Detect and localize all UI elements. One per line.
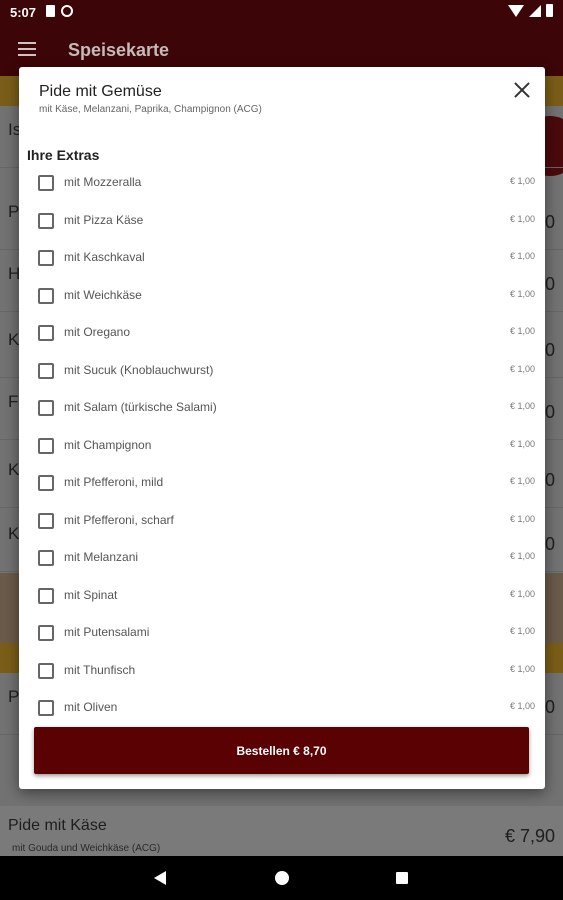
- extra-option[interactable]: mit Champignon € 1,00: [19, 427, 545, 465]
- extra-label: mit Mozzeralla: [64, 175, 142, 189]
- extra-price: € 1,00: [509, 213, 535, 224]
- recents-icon[interactable]: [396, 872, 408, 884]
- extra-option[interactable]: mit Weichkäse € 1,00: [19, 277, 545, 315]
- extra-label: mit Oregano: [64, 325, 131, 339]
- extra-label: mit Pfefferoni, scharf: [64, 512, 174, 527]
- order-button[interactable]: Bestellen € 8,70: [34, 727, 529, 774]
- notification-sd-icon: [46, 5, 55, 17]
- checkbox[interactable]: [38, 250, 54, 266]
- extra-option[interactable]: mit Salam (türkische Salami) € 1,00: [19, 389, 545, 427]
- app-title: Speisekarte: [68, 40, 170, 60]
- menu-item-price: 0: [544, 212, 555, 232]
- checkbox[interactable]: [38, 587, 54, 604]
- checkbox[interactable]: [38, 437, 54, 454]
- extra-price: € 1,00: [509, 251, 535, 261]
- close-icon[interactable]: [513, 81, 531, 99]
- checkbox[interactable]: [38, 700, 54, 716]
- checkbox[interactable]: [38, 212, 54, 229]
- extras-dialog: Pide mit Gemüse mit Käse, Melanzani, Pap…: [19, 67, 545, 789]
- checkbox[interactable]: [38, 550, 54, 566]
- extra-option[interactable]: mit Pizza Käse € 1,00: [19, 202, 545, 240]
- extra-label: mit Sucuk (Knoblauchwurst): [64, 362, 214, 377]
- menu-item-price: € 7,90: [504, 826, 555, 846]
- extra-price: € 1,00: [509, 288, 535, 299]
- menu-item-name: P: [8, 202, 20, 221]
- notification-sync-icon: [61, 5, 73, 17]
- extra-price: € 1,00: [509, 551, 535, 561]
- extra-option[interactable]: mit Spinat € 1,00: [19, 577, 545, 615]
- extra-option[interactable]: mit Thunfisch € 1,00: [19, 652, 545, 690]
- extra-price: € 1,00: [509, 438, 535, 449]
- extra-price: € 1,00: [509, 588, 535, 599]
- extra-label: mit Pizza Käse: [64, 212, 144, 227]
- extra-label: mit Melanzani: [64, 550, 139, 564]
- menu-item-name: K: [8, 330, 20, 349]
- menu-item-price: 0: [544, 697, 555, 717]
- dialog-title: Pide mit Gemüse: [39, 83, 162, 100]
- notification-icons: [46, 5, 73, 17]
- checkbox[interactable]: [38, 625, 54, 641]
- wifi-icon: [508, 4, 524, 17]
- checkbox[interactable]: [38, 362, 54, 379]
- menu-item-name: Pide mit Käse: [8, 817, 107, 834]
- hamburger-menu-icon[interactable]: [18, 42, 36, 56]
- extra-option[interactable]: mit Pfefferoni, mild € 1,00: [19, 464, 545, 502]
- home-icon[interactable]: [275, 871, 289, 885]
- extra-label: mit Salam (türkische Salami): [64, 400, 217, 414]
- dialog-subtitle: mit Käse, Melanzani, Paprika, Champignon…: [39, 104, 262, 115]
- extra-option[interactable]: mit Putensalami € 1,00: [19, 614, 545, 652]
- extra-price: € 1,00: [509, 626, 535, 636]
- extra-label: mit Pfefferoni, mild: [64, 475, 164, 489]
- menu-item-name: K: [8, 460, 20, 479]
- menu-item-price: 0: [544, 470, 555, 490]
- menu-list-item[interactable]: Pide mit Käse mit Gouda und Weichkäse (A…: [0, 806, 563, 856]
- signal-icon: [529, 4, 541, 17]
- extra-label: mit Weichkäse: [64, 287, 142, 302]
- extra-price: € 1,00: [509, 701, 535, 711]
- extra-label: mit Champignon: [64, 437, 152, 452]
- checkbox[interactable]: [38, 475, 54, 491]
- extra-option[interactable]: mit Sucuk (Knoblauchwurst) € 1,00: [19, 352, 545, 390]
- navigation-bar: [0, 856, 563, 900]
- checkbox[interactable]: [38, 175, 54, 191]
- checkbox[interactable]: [38, 287, 54, 304]
- extra-price: € 1,00: [509, 663, 535, 674]
- extra-option[interactable]: mit Kaschkaval € 1,00: [19, 239, 545, 277]
- battery-icon: [546, 4, 553, 17]
- extra-price: € 1,00: [509, 401, 535, 411]
- menu-item-price: 0: [544, 402, 555, 422]
- extra-label: mit Putensalami: [64, 625, 150, 639]
- menu-item-description: mit Gouda und Weichkäse (ACG): [12, 843, 161, 854]
- extra-price: € 1,00: [509, 326, 535, 336]
- status-time: 5:07: [10, 5, 37, 20]
- extra-label: mit Spinat: [64, 587, 118, 602]
- menu-item-name: K: [8, 524, 20, 543]
- extra-label: mit Kaschkaval: [64, 250, 145, 264]
- extra-option[interactable]: mit Oregano € 1,00: [19, 314, 545, 352]
- extras-list: mit Mozzeralla € 1,00 mit Pizza Käse € 1,0…: [19, 164, 545, 727]
- extra-option[interactable]: mit Oliven € 1,00: [19, 689, 545, 727]
- menu-item-price: 0: [544, 274, 555, 294]
- extra-label: mit Oliven: [64, 700, 118, 714]
- system-icons: [508, 4, 553, 17]
- extra-option[interactable]: mit Melanzani € 1,00: [19, 539, 545, 577]
- menu-item-name: P: [8, 687, 20, 706]
- menu-item-price: 0: [544, 534, 555, 554]
- checkbox[interactable]: [38, 512, 54, 529]
- extra-price: € 1,00: [509, 513, 535, 524]
- extra-price: € 1,00: [509, 176, 535, 186]
- checkbox[interactable]: [38, 325, 54, 341]
- extra-option[interactable]: mit Mozzeralla € 1,00: [19, 164, 545, 202]
- extras-heading: Ihre Extras: [27, 147, 100, 163]
- checkbox[interactable]: [38, 662, 54, 679]
- extra-price: € 1,00: [509, 476, 535, 486]
- back-icon[interactable]: [154, 871, 166, 885]
- menu-item-name: F: [8, 392, 19, 411]
- extra-option[interactable]: mit Pfefferoni, scharf € 1,00: [19, 502, 545, 540]
- checkbox[interactable]: [38, 400, 54, 416]
- extra-label: mit Thunfisch: [64, 662, 136, 677]
- extra-price: € 1,00: [509, 363, 535, 374]
- status-bar: 5:07: [0, 0, 563, 24]
- menu-item-price: 0: [544, 340, 555, 360]
